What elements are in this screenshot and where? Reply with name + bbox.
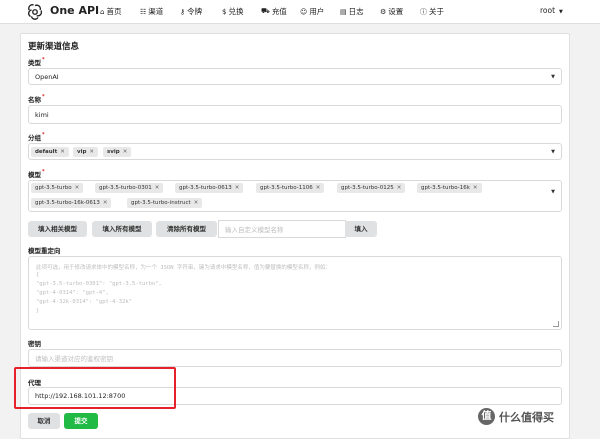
nav-item-settings[interactable]: ⚙ 设置 [380, 6, 403, 17]
watermark: 值 什么值得买 [478, 408, 554, 425]
remove-icon[interactable]: ✕ [194, 200, 199, 206]
fill-related-models-button[interactable]: 填入相关模型 [28, 221, 87, 237]
nav-item-home[interactable]: ⌂ 首页 [100, 6, 121, 17]
nav-label: 日志 [348, 7, 364, 16]
nav-label: 设置 [388, 7, 404, 16]
book-icon: ▤ [340, 7, 347, 16]
resize-handle-icon[interactable] [553, 321, 559, 327]
sitemap-icon: ☷ [140, 7, 147, 16]
group-chip[interactable]: vip ✕ [73, 147, 99, 157]
nav-item-tokens[interactable]: ⚷ 令牌 [180, 6, 202, 17]
name-value: kimi [35, 110, 49, 119]
cart-icon: ⛟ [261, 7, 270, 15]
fill-all-models-button[interactable]: 填入所有模型 [92, 221, 152, 237]
remove-icon[interactable]: ✕ [235, 185, 240, 191]
caret-down-icon: ▼ [559, 9, 563, 15]
custom-model-input[interactable]: 输入自定义模型名称 [218, 220, 346, 238]
caret-down-icon: ▼ [551, 148, 555, 155]
gear-icon: ⚙ [380, 7, 387, 16]
remove-icon[interactable]: ✕ [103, 200, 108, 206]
nav-item-channels[interactable]: ☷ 渠道 [140, 6, 163, 17]
model-mapping-label: 模型重定向 [28, 247, 61, 255]
group-label: 分组* [28, 132, 45, 142]
nav-item-redeem[interactable]: $ 兑换 [222, 6, 243, 17]
nav-item-about[interactable]: ⓘ 关于 [420, 6, 444, 17]
nav-item-topup[interactable]: ⛟ 充值 [261, 6, 287, 17]
home-icon: ⌂ [100, 7, 105, 16]
model-chip[interactable]: gpt-3.5-turbo-0301 ✕ [95, 183, 164, 193]
highlight-box [14, 367, 176, 409]
submit-button[interactable]: 提交 [64, 413, 98, 429]
remove-icon[interactable]: ✕ [397, 185, 402, 191]
group-chip[interactable]: svip ✕ [103, 147, 132, 157]
placeholder-line: "gpt-3.5-turbo-0301": "gpt-3.5-turbo", [36, 281, 162, 287]
nav-label: 令牌 [187, 7, 203, 16]
nav-item-users[interactable]: ☺ 用户 [300, 6, 324, 17]
key-label: 密钥 [28, 340, 41, 348]
clear-all-models-button[interactable]: 清除所有模型 [156, 221, 217, 237]
model-chip[interactable]: gpt-3.5-turbo-0125 ✕ [337, 183, 406, 193]
key-input[interactable]: 请输入渠道对应的鉴权密钥 [28, 349, 562, 367]
username: root [540, 6, 556, 15]
group-chip[interactable]: default ✕ [31, 147, 69, 157]
required-marker: * [42, 169, 45, 175]
required-marker: * [42, 57, 45, 63]
model-chip[interactable]: gpt-3.5-turbo-0613 ✕ [175, 183, 244, 193]
openai-logo-icon[interactable] [26, 3, 44, 21]
placeholder-line: } [36, 308, 40, 314]
name-label: 名称* [28, 94, 45, 104]
model-chip[interactable]: gpt-3.5-turbo-instruct ✕ [127, 198, 203, 208]
remove-icon[interactable]: ✕ [316, 185, 321, 191]
caret-down-icon: ▼ [551, 73, 555, 80]
remove-icon[interactable]: ✕ [89, 149, 94, 155]
user-menu[interactable]: root ▼ [540, 6, 563, 15]
type-label: 类型* [28, 57, 45, 67]
users-icon: ☺ [300, 7, 308, 16]
remove-icon[interactable]: ✕ [75, 185, 80, 191]
nav-item-logs[interactable]: ▤ 日志 [340, 6, 364, 17]
remove-icon[interactable]: ✕ [155, 185, 160, 191]
model-chip[interactable]: gpt-3.5-turbo-1106 ✕ [256, 183, 325, 193]
fill-custom-model-button[interactable]: 填入 [345, 221, 377, 237]
models-label: 模型* [28, 169, 45, 179]
custom-model-placeholder: 输入自定义模型名称 [225, 226, 284, 234]
placeholder-line: "gpt-4-0314": "gpt-4", [36, 290, 109, 296]
nav-label: 渠道 [148, 7, 164, 16]
placeholder-line: { [36, 272, 40, 278]
info-icon: ⓘ [420, 7, 427, 16]
model-chip[interactable]: gpt-3.5-turbo ✕ [31, 183, 84, 193]
key-icon: ⚷ [180, 7, 186, 16]
model-mapping-textarea[interactable]: 此项可选，用于修改请求体中的模型名称，为一个 JSON 字符串，键为请求中模型名… [28, 256, 562, 330]
type-selected-value: OpenAI [35, 72, 59, 81]
remove-icon[interactable]: ✕ [473, 185, 478, 191]
cancel-button[interactable]: 取消 [28, 413, 60, 429]
dollar-icon: $ [222, 7, 227, 16]
model-chip[interactable]: gpt-3.5-turbo-16k ✕ [417, 183, 482, 193]
nav-label: 关于 [429, 7, 444, 16]
required-marker: * [42, 132, 45, 138]
placeholder-line: "gpt-4-32k-0314": "gpt-4-32k" [36, 299, 133, 305]
type-select[interactable]: OpenAI ▼ [28, 68, 562, 85]
remove-icon[interactable]: ✕ [60, 149, 65, 155]
key-placeholder: 请输入渠道对应的鉴权密钥 [35, 355, 113, 363]
page-title: 更新渠道信息 [28, 42, 80, 52]
nav-label: 充值 [271, 7, 287, 16]
required-marker: * [42, 94, 45, 100]
caret-down-icon: ▼ [551, 189, 555, 195]
placeholder-line: 此项可选，用于修改请求体中的模型名称，为一个 JSON 字符串，键为请求中模型名… [36, 265, 331, 271]
watermark-text: 什么值得买 [499, 410, 554, 424]
watermark-logo-icon: 值 [478, 408, 495, 425]
remove-icon[interactable]: ✕ [123, 149, 128, 155]
top-navbar: One API ⌂ 首页 ☷ 渠道 ⚷ 令牌 $ 兑换 ⛟ 充值 ☺ 用户 ▤ … [0, 0, 600, 24]
nav-label: 兑换 [228, 7, 244, 16]
nav-label: 用户 [309, 7, 325, 16]
name-input[interactable]: kimi [28, 105, 562, 124]
brand-name[interactable]: One API [50, 4, 99, 17]
nav-label: 首页 [106, 7, 122, 16]
model-chip[interactable]: gpt-3.5-turbo-16k-0613 ✕ [31, 198, 112, 208]
